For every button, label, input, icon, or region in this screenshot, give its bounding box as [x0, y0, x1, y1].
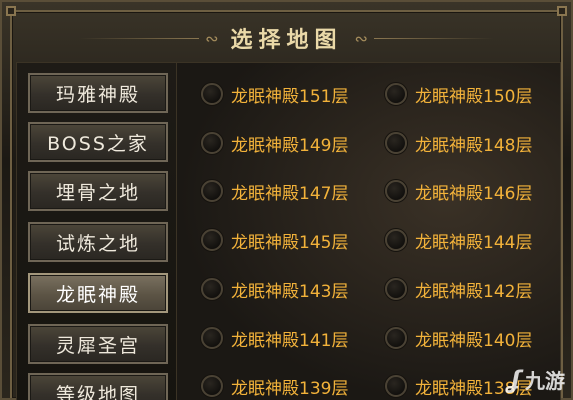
map-option-label: 龙眠神殿140层: [415, 330, 533, 351]
category-sidebar: 玛雅神殿 BOSS之家 埋骨之地 试炼之地 龙眠神殿 灵犀圣宫 等级地图: [17, 63, 177, 400]
category-label: 玛雅神殿: [55, 83, 140, 106]
category-button-level-map[interactable]: 等级地图: [28, 373, 168, 400]
map-option[interactable]: 龙眠神殿139层: [201, 371, 348, 400]
map-option[interactable]: 龙眠神殿144层: [385, 225, 532, 255]
radio-unchecked-icon[interactable]: [385, 375, 407, 397]
watermark: ʆ 九游: [508, 365, 565, 394]
radio-unchecked-icon[interactable]: [385, 327, 407, 349]
map-option-label: 龙眠神殿149层: [231, 135, 349, 156]
radio-unchecked-icon[interactable]: [385, 180, 407, 202]
radio-unchecked-icon[interactable]: [385, 83, 407, 105]
swirl-ornament-right-icon: ∾: [354, 28, 368, 48]
radio-unchecked-icon[interactable]: [201, 327, 223, 349]
map-option-label: 龙眠神殿144层: [415, 232, 533, 253]
watermark-text: 九游: [525, 369, 565, 393]
corner-ornament-right: [557, 6, 567, 16]
category-label: 试炼之地: [55, 232, 140, 255]
map-option[interactable]: 龙眠神殿140层: [385, 323, 532, 353]
radio-unchecked-icon[interactable]: [385, 278, 407, 300]
radio-unchecked-icon[interactable]: [385, 132, 407, 154]
map-option-label: 龙眠神殿141层: [231, 330, 349, 351]
radio-unchecked-icon[interactable]: [201, 83, 223, 105]
map-option[interactable]: 龙眠神殿148层: [385, 128, 532, 158]
map-option-label: 龙眠神殿143层: [231, 281, 349, 302]
category-button-trial-ground[interactable]: 试炼之地: [28, 222, 168, 262]
map-select-window: ∾ 选择地图 ∾ 玛雅神殿 BOSS之家 埋骨之地 试炼之地 龙眠神殿 灵犀圣宫: [0, 0, 573, 400]
title-divider-right: [373, 37, 494, 39]
title-bar: ∾ 选择地图 ∾: [16, 14, 557, 62]
map-option-label: 龙眠神殿148层: [415, 135, 533, 156]
map-option-label: 龙眠神殿142层: [415, 281, 533, 302]
map-option-label: 龙眠神殿146层: [415, 183, 533, 204]
content-panel: 玛雅神殿 BOSS之家 埋骨之地 试炼之地 龙眠神殿 灵犀圣宫 等级地图 龙眠神…: [16, 62, 561, 400]
category-label: 埋骨之地: [55, 181, 140, 204]
radio-unchecked-icon[interactable]: [201, 375, 223, 397]
category-label: 龙眠神殿: [55, 283, 140, 306]
radio-unchecked-icon[interactable]: [201, 278, 223, 300]
map-option[interactable]: 龙眠神殿151层: [201, 79, 348, 109]
radio-unchecked-icon[interactable]: [385, 229, 407, 251]
radio-unchecked-icon[interactable]: [201, 229, 223, 251]
map-option[interactable]: 龙眠神殿142层: [385, 274, 532, 304]
corner-ornament-left: [6, 6, 16, 16]
category-button-lingxi-palace[interactable]: 灵犀圣宫: [28, 324, 168, 364]
category-label: BOSS之家: [47, 132, 149, 155]
category-button-dragon-sleep-temple[interactable]: 龙眠神殿: [28, 273, 168, 313]
map-option[interactable]: 龙眠神殿146层: [385, 176, 532, 206]
swirl-ornament-left-icon: ∾: [205, 28, 219, 48]
map-option[interactable]: 龙眠神殿141层: [201, 323, 348, 353]
map-option[interactable]: 龙眠神殿149层: [201, 128, 348, 158]
map-option[interactable]: 龙眠神殿150层: [385, 79, 532, 109]
map-option-label: 龙眠神殿151层: [231, 86, 349, 107]
map-option-label: 龙眠神殿139层: [231, 378, 349, 399]
category-button-boss-home[interactable]: BOSS之家: [28, 122, 168, 162]
category-label: 等级地图: [55, 383, 140, 400]
category-button-burial-ground[interactable]: 埋骨之地: [28, 171, 168, 211]
category-label: 灵犀圣宫: [55, 334, 140, 357]
radio-unchecked-icon[interactable]: [201, 180, 223, 202]
map-option-label: 龙眠神殿147层: [231, 183, 349, 204]
radio-unchecked-icon[interactable]: [201, 132, 223, 154]
title-divider-left: [79, 37, 200, 39]
category-button-maya-temple[interactable]: 玛雅神殿: [28, 73, 168, 113]
map-option-label: 龙眠神殿150层: [415, 86, 533, 107]
map-option-label: 龙眠神殿145层: [231, 232, 349, 253]
map-option[interactable]: 龙眠神殿147层: [201, 176, 348, 206]
jiuyou-logo-icon: ʆ: [507, 365, 521, 394]
dialog-title: 选择地图: [230, 27, 343, 53]
map-option[interactable]: 龙眠神殿143层: [201, 274, 348, 304]
map-option[interactable]: 龙眠神殿145层: [201, 225, 348, 255]
map-list: 龙眠神殿151层 龙眠神殿150层 龙眠神殿149层 龙眠神殿148层 龙眠神殿…: [177, 63, 560, 400]
